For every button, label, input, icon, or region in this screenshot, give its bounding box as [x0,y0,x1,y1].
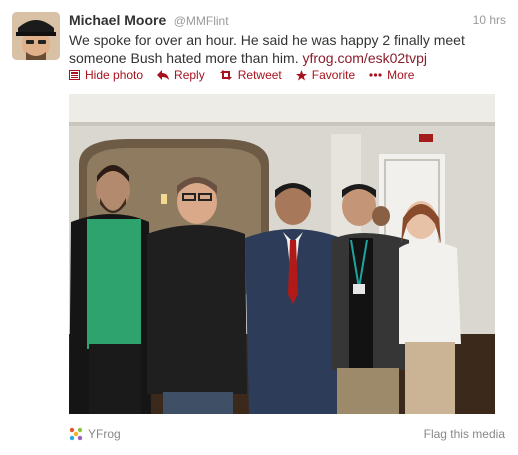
reply-label: Reply [174,68,205,82]
hide-photo-button[interactable]: Hide photo [69,68,143,82]
author-name[interactable]: Michael Moore [69,12,166,28]
retweet-label: Retweet [237,68,282,82]
media-footer: YFrog Flag this media [69,426,505,442]
avatar[interactable] [12,12,60,60]
tweet-header: Michael Moore @MMFlint 10 hrs [69,12,506,30]
tweet-actions: Hide photo Reply Retweet Favorite More [69,67,428,83]
retweet-icon [219,70,232,80]
star-icon [295,69,307,80]
favorite-label: Favorite [311,68,356,82]
tweet: Michael Moore @MMFlint 10 hrs We spoke f… [0,0,518,455]
author-handle[interactable]: @MMFlint [174,14,229,28]
photo-icon [69,70,80,80]
yfrog-logo-icon [69,427,83,441]
more-button[interactable]: More [369,68,414,82]
flag-media-link[interactable]: Flag this media [424,427,505,441]
more-dots-icon [369,73,382,77]
tweet-text: We spoke for over an hour. He said he wa… [69,31,489,67]
more-label: More [387,68,415,82]
reply-button[interactable]: Reply [157,68,205,82]
retweet-button[interactable]: Retweet [219,68,282,82]
provider-label: YFrog [88,427,121,441]
reply-arrow-icon [157,70,170,80]
hide-photo-label: Hide photo [85,68,144,82]
timestamp[interactable]: 10 hrs [473,13,506,27]
favorite-button[interactable]: Favorite [295,68,356,82]
media-link[interactable]: yfrog.com/esk02tvpj [302,50,427,66]
media-provider[interactable]: YFrog [69,427,121,441]
media-photo[interactable] [69,94,495,414]
